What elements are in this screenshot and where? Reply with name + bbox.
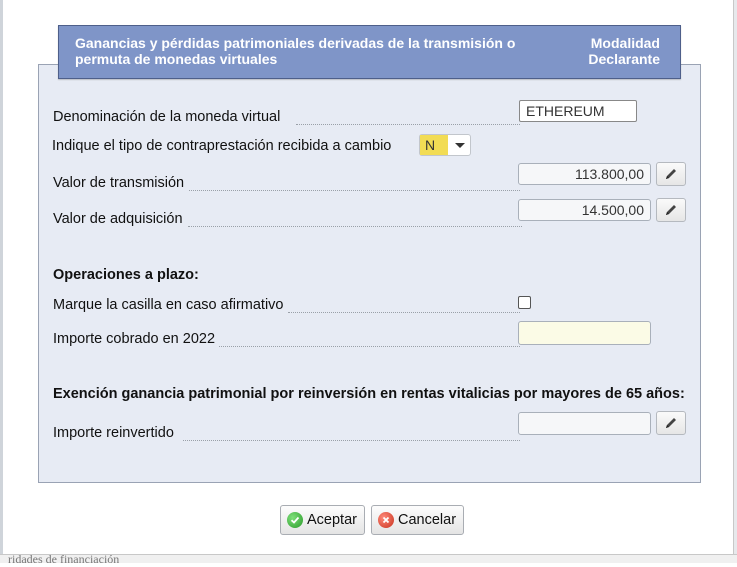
background-window-edge (0, 0, 3, 562)
consideration-label: Indique el tipo de contraprestación reci… (52, 138, 392, 154)
header-mode: Modalidad Declarante (560, 35, 660, 67)
leader-dots (296, 124, 520, 125)
accept-button[interactable]: Aceptar (280, 505, 365, 535)
reinvested-edit-button[interactable] (656, 411, 686, 435)
accept-label: Aceptar (307, 512, 357, 528)
pencil-icon (666, 418, 676, 428)
x-circle-icon (378, 512, 394, 528)
reinvested-label: Importe reinvertido (53, 425, 174, 441)
exemption-heading: Exención ganancia patrimonial por reinve… (53, 386, 685, 402)
currency-label: Denominación de la moneda virtual (53, 109, 281, 125)
installments-heading: Operaciones a plazo: (53, 267, 199, 283)
pencil-icon (666, 169, 676, 179)
leader-dots (183, 440, 520, 441)
dialog-title: Ganancias y pérdidas patrimoniales deriv… (75, 35, 516, 67)
leader-dots (188, 226, 522, 227)
collected-label: Importe cobrado en 2022 (53, 331, 216, 347)
pencil-icon (666, 205, 676, 215)
leader-dots (219, 346, 520, 347)
cancel-button[interactable]: Cancelar (371, 505, 464, 535)
background-text: ridades de financiación (8, 552, 120, 566)
chevron-down-icon (455, 143, 465, 148)
consideration-value: N (420, 135, 448, 155)
cancel-label: Cancelar (398, 512, 457, 528)
consideration-select[interactable]: N (419, 134, 471, 156)
acquisition-field[interactable]: 14.500,00 (518, 199, 651, 221)
leader-dots (189, 190, 520, 191)
dialog-header: Ganancias y pérdidas patrimoniales deriv… (58, 25, 681, 79)
collected-field[interactable] (518, 321, 651, 345)
installments-checkbox-label: Marque la casilla en caso afirmativo (53, 297, 284, 313)
transmission-field[interactable]: 113.800,00 (518, 163, 651, 185)
installments-checkbox[interactable] (518, 296, 531, 309)
transmission-label: Valor de transmisión (53, 175, 185, 191)
header-mode-label: Modalidad (590, 35, 660, 51)
reinvested-field[interactable] (518, 412, 651, 435)
transmission-edit-button[interactable] (656, 162, 686, 186)
header-declarant-label: Declarante (588, 51, 660, 67)
background-window-edge-right (733, 0, 737, 562)
acquisition-label: Valor de adquisición (53, 211, 183, 227)
leader-dots (288, 312, 520, 313)
acquisition-edit-button[interactable] (656, 198, 686, 222)
currency-input[interactable]: ETHEREUM (519, 100, 637, 122)
check-circle-icon (287, 512, 303, 528)
